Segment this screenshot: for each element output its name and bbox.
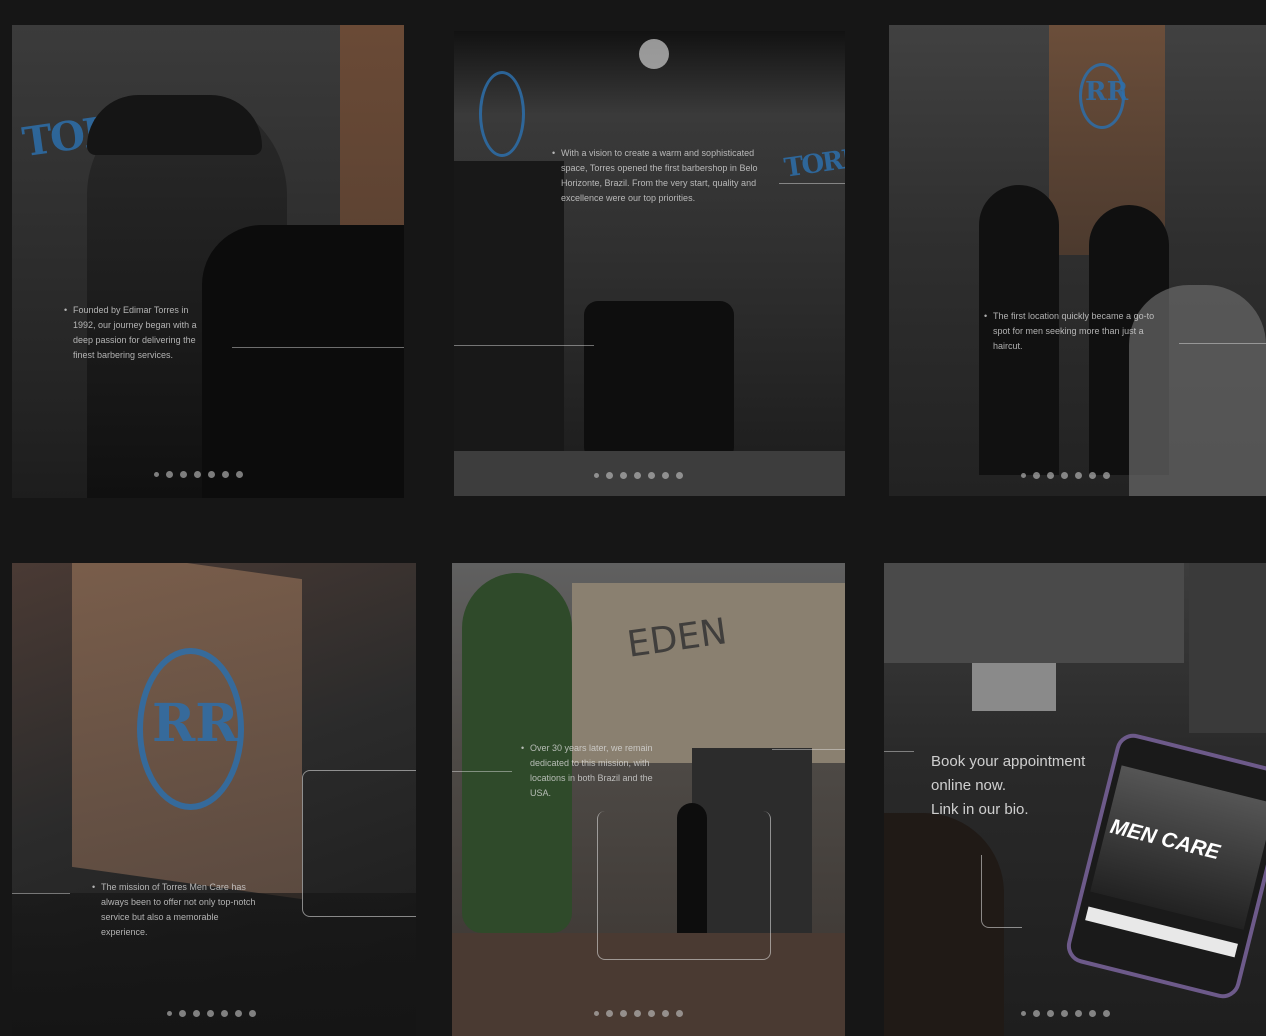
post-caption: • Founded by Edimar Torres in 1992, our … (64, 303, 213, 363)
carousel-dot[interactable] (620, 1010, 627, 1017)
post-caption: • The mission of Torres Men Care has alw… (92, 880, 266, 940)
post-card-mission[interactable]: RR • The mission of Torres Men Care has … (12, 563, 416, 1036)
carousel-dot[interactable] (1103, 1010, 1110, 1017)
carousel-dot[interactable] (166, 471, 173, 478)
carousel-dot[interactable] (221, 1010, 228, 1017)
carousel-dot[interactable] (594, 1011, 599, 1016)
carousel-dots[interactable] (1021, 1010, 1110, 1017)
phone-mockup: MEN CARE (1063, 729, 1266, 1003)
carousel-dot[interactable] (180, 471, 187, 478)
post-card-first-shop[interactable]: TORRES • With a vision to create a warm … (454, 31, 845, 496)
carousel-dot[interactable] (648, 1010, 655, 1017)
barber-cap (87, 95, 262, 155)
booking-line: Link in our bio. (931, 801, 1029, 818)
booking-line: online now. (931, 777, 1007, 794)
carousel-dot[interactable] (1075, 1010, 1082, 1017)
carousel-dots[interactable] (167, 1010, 256, 1017)
carousel-dot[interactable] (1047, 472, 1054, 479)
rr-emblem (479, 71, 525, 157)
carousel-dot[interactable] (1089, 472, 1096, 479)
post-card-booking[interactable]: Book your appointment online now. Link i… (884, 563, 1266, 1036)
carousel-dots[interactable] (154, 471, 243, 478)
post-caption: • Over 30 years later, we remain dedicat… (521, 741, 665, 801)
accent-frame (302, 770, 416, 917)
accent-line (454, 345, 594, 346)
microwave (972, 663, 1056, 711)
carousel-dot[interactable] (154, 472, 159, 477)
ceiling-light (639, 39, 669, 69)
carousel-dot[interactable] (634, 1010, 641, 1017)
carousel-dot[interactable] (676, 1010, 683, 1017)
carousel-dot[interactable] (235, 1010, 242, 1017)
caption-text: The first location quickly became a go-t… (993, 311, 1155, 351)
cabinets (884, 563, 1184, 663)
carousel-dot[interactable] (1047, 1010, 1054, 1017)
carousel-dot[interactable] (167, 1011, 172, 1016)
rr-logo: RR (1085, 77, 1129, 107)
carousel-dot[interactable] (594, 473, 599, 478)
booking-cta: Book your appointment online now. Link i… (931, 750, 1085, 822)
carousel-dot[interactable] (1021, 473, 1026, 478)
booking-line: Book your appointment (931, 753, 1086, 770)
carousel-dot[interactable] (1103, 472, 1110, 479)
post-card-founding[interactable]: TORRES • Founded by Edimar Torres in 199… (12, 25, 404, 498)
caption-text: Over 30 years later, we remain dedicated… (530, 743, 653, 798)
accent-line (779, 183, 845, 184)
carousel-dot[interactable] (249, 1010, 256, 1017)
storefront-facade (572, 583, 845, 763)
caption-bullet: • (92, 882, 96, 892)
carousel-dot[interactable] (1021, 1011, 1026, 1016)
carousel-dot[interactable] (648, 472, 655, 479)
carousel-dots[interactable] (594, 472, 683, 479)
accent-line (772, 749, 845, 750)
carousel-dots[interactable] (1021, 472, 1110, 479)
carousel-dot[interactable] (208, 471, 215, 478)
carousel-dot[interactable] (1089, 1010, 1096, 1017)
product-shelf (1189, 563, 1266, 733)
carousel-dot[interactable] (676, 472, 683, 479)
carousel-dot[interactable] (620, 472, 627, 479)
carousel-dot[interactable] (207, 1010, 214, 1017)
carousel-dot[interactable] (194, 471, 201, 478)
carousel-dot[interactable] (193, 1010, 200, 1017)
barber-chair (584, 301, 734, 461)
accent-line (452, 771, 512, 772)
carousel-dot[interactable] (662, 472, 669, 479)
carousel-dot[interactable] (1061, 472, 1068, 479)
caption-bullet: • (552, 148, 556, 158)
torres-logo: TORRES (782, 138, 845, 184)
carousel-dots[interactable] (594, 1010, 683, 1017)
accent-frame (597, 811, 771, 960)
post-card-locations[interactable]: EDEN • Over 30 years later, we remain de… (452, 563, 845, 1036)
carousel-dot[interactable] (662, 1010, 669, 1017)
post-caption: • With a vision to create a warm and sop… (552, 146, 761, 206)
post-card-first-location[interactable]: RR • The first location quickly became a… (889, 25, 1266, 496)
caption-bullet: • (984, 311, 988, 321)
carousel-dot[interactable] (1061, 1010, 1068, 1017)
carousel-dot[interactable] (1033, 472, 1040, 479)
carousel-dot[interactable] (606, 1010, 613, 1017)
accent-line (884, 751, 914, 752)
accent-frame (981, 855, 1022, 928)
caption-text: The mission of Torres Men Care has alway… (101, 882, 256, 937)
accent-line (12, 893, 70, 894)
carousel-dot[interactable] (179, 1010, 186, 1017)
caption-bullet: • (64, 305, 68, 315)
carousel-dot[interactable] (606, 472, 613, 479)
post-caption: • The first location quickly became a go… (984, 309, 1158, 354)
rr-logo: RR (152, 693, 239, 754)
caption-text: Founded by Edimar Torres in 1992, our jo… (73, 305, 197, 360)
caption-text: With a vision to create a warm and sophi… (561, 148, 758, 203)
carousel-dot[interactable] (1075, 472, 1082, 479)
accent-line (1179, 343, 1266, 344)
barber-torso (202, 225, 404, 498)
caption-bullet: • (521, 743, 525, 753)
accent-line (232, 347, 404, 348)
carousel-dot[interactable] (634, 472, 641, 479)
carousel-dot[interactable] (236, 471, 243, 478)
carousel-dot[interactable] (1033, 1010, 1040, 1017)
mirror-station (454, 161, 564, 496)
carousel-dot[interactable] (222, 471, 229, 478)
